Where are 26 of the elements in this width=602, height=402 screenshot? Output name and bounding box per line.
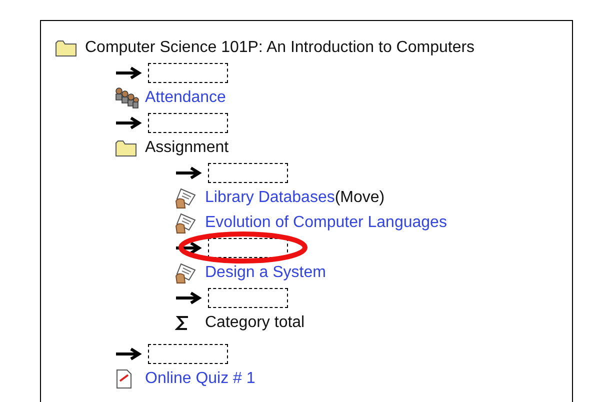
drop-target[interactable] [208, 288, 288, 308]
item-link[interactable]: Library Databases [205, 186, 335, 210]
item-link[interactable]: Attendance [145, 86, 226, 110]
drop-target[interactable] [148, 112, 228, 132]
sigma-icon [175, 314, 189, 330]
drop-target[interactable] [208, 162, 288, 182]
item-label: Computer Science 101P: An Introduction to Computers [85, 38, 475, 58]
drop-target[interactable] [148, 62, 228, 82]
item-link[interactable]: Online Quiz # 1 [145, 366, 256, 390]
arrow-icon [115, 116, 143, 130]
people-icon [115, 86, 139, 108]
arrow-icon [175, 290, 203, 304]
arrow-icon [115, 346, 143, 360]
drop-target[interactable] [208, 238, 288, 258]
item-link[interactable]: Evolution of Computer Languages [205, 210, 447, 234]
drop-target[interactable] [148, 344, 228, 364]
item-label: Category total [205, 312, 305, 332]
document-icon [115, 368, 133, 388]
item-link[interactable]: Design a System [205, 260, 326, 284]
folder-icon [55, 38, 77, 56]
folder-icon [115, 138, 137, 156]
arrow-icon [175, 166, 203, 180]
item-label: Assignment [145, 138, 229, 158]
move-link[interactable]: (Move) [334, 186, 385, 210]
arrow-icon [175, 240, 203, 254]
arrow-icon [115, 66, 143, 80]
